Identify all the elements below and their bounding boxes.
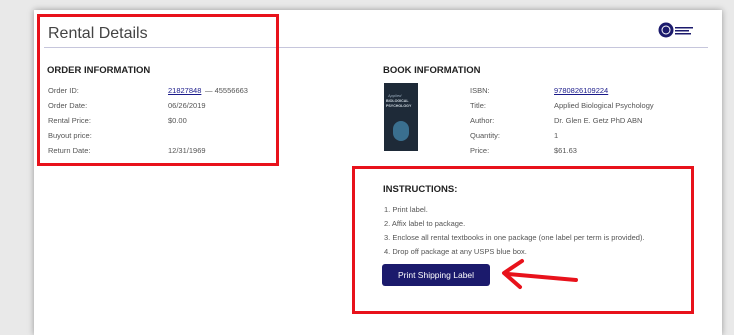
isbn-link[interactable]: 9780826109224 <box>554 86 608 95</box>
brand-logo-icon <box>658 22 693 38</box>
isbn-label: ISBN: <box>470 86 490 95</box>
author-label: Author: <box>470 116 495 125</box>
red-arrow-icon <box>502 259 578 289</box>
quantity-label: Quantity: <box>470 131 501 140</box>
author-value: Dr. Glen E. Getz PhD ABN <box>554 116 643 125</box>
order-highlight-box <box>37 14 279 166</box>
quantity-value: 1 <box>554 131 559 140</box>
book-cover-title: BIOLOGICAL PSYCHOLOGY <box>386 99 412 108</box>
book-title-label: Title: <box>470 101 486 110</box>
book-cover-image: Applied BIOLOGICAL PSYCHOLOGY <box>384 83 418 151</box>
price-value: $61.63 <box>554 146 577 155</box>
book-title-value: Applied Biological Psychology <box>554 101 654 110</box>
book-cover-subtitle: Applied <box>388 93 402 98</box>
book-information-heading: BOOK INFORMATION <box>383 65 481 76</box>
price-label: Price: <box>470 146 490 155</box>
book-cover-figure <box>393 121 409 141</box>
